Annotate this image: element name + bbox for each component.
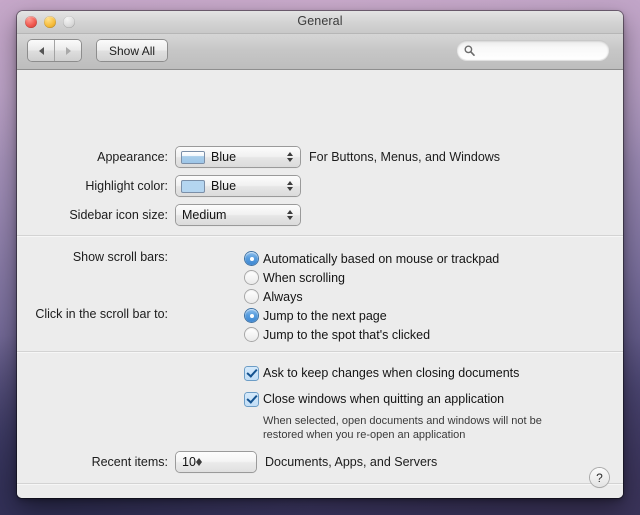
chevron-right-icon xyxy=(66,47,71,55)
click-scroll-bar-label: Click in the scroll bar to: xyxy=(34,307,176,321)
close-windows-checkbox-row[interactable]: Close windows when quitting an applicati… xyxy=(245,392,504,406)
appearance-label: Appearance: xyxy=(34,150,176,164)
radio-unselected-icon xyxy=(245,271,258,284)
stepper-arrows-icon xyxy=(287,181,293,191)
recent-items-stepper[interactable]: 10 xyxy=(176,452,256,472)
stepper-arrows-icon xyxy=(196,458,202,466)
radio-selected-icon xyxy=(245,252,258,265)
radio-label: Jump to the next page xyxy=(263,309,387,323)
recent-items-row: Recent items: 10 Documents, Apps, and Se… xyxy=(34,452,437,472)
highlight-color-value: Blue xyxy=(211,179,236,193)
appearance-row: Appearance: Blue For Buttons, Menus, and… xyxy=(34,147,500,167)
radio-option-spot-clicked[interactable]: Jump to the spot that's clicked xyxy=(245,325,430,344)
radio-unselected-icon xyxy=(245,328,258,341)
stepper-arrows-icon xyxy=(287,152,293,162)
show-scroll-bars-radio-group: Automatically based on mouse or trackpad… xyxy=(245,249,499,306)
radio-label: When scrolling xyxy=(263,271,345,285)
stepper-arrows-icon xyxy=(287,210,293,220)
help-button[interactable]: ? xyxy=(590,468,609,487)
radio-option-next-page[interactable]: Jump to the next page xyxy=(245,306,430,325)
show-all-label: Show All xyxy=(109,44,155,58)
radio-option-when-scrolling[interactable]: When scrolling xyxy=(245,268,499,287)
checkbox-checked-icon xyxy=(245,393,258,406)
close-windows-note: When selected, open documents and window… xyxy=(263,414,563,442)
highlight-color-row: Highlight color: Blue xyxy=(34,176,300,196)
blue-gradient-swatch-icon xyxy=(182,152,204,163)
window-title: General xyxy=(17,14,623,28)
show-scroll-bars-label-row: Show scroll bars: xyxy=(34,250,176,264)
appearance-value: Blue xyxy=(211,150,236,164)
chevron-left-icon xyxy=(39,47,44,55)
search-input[interactable] xyxy=(475,44,623,56)
radio-unselected-icon xyxy=(245,290,258,303)
ask-keep-changes-label: Ask to keep changes when closing documen… xyxy=(263,366,519,380)
search-icon xyxy=(464,45,475,56)
sidebar-icon-size-select[interactable]: Medium xyxy=(176,205,300,225)
show-scroll-bars-label: Show scroll bars: xyxy=(34,250,176,264)
appearance-hint: For Buttons, Menus, and Windows xyxy=(309,150,500,164)
window-titlebar[interactable]: General xyxy=(17,11,623,34)
sidebar-icon-size-label: Sidebar icon size: xyxy=(34,208,176,222)
click-scroll-bar-label-row: Click in the scroll bar to: xyxy=(34,307,176,321)
back-button[interactable] xyxy=(28,40,54,61)
radio-option-automatic[interactable]: Automatically based on mouse or trackpad xyxy=(245,249,499,268)
recent-items-label: Recent items: xyxy=(34,455,176,469)
divider-1 xyxy=(17,235,623,236)
radio-label: Always xyxy=(263,290,303,304)
search-field[interactable] xyxy=(457,40,609,60)
highlight-color-select[interactable]: Blue xyxy=(176,176,300,196)
sidebar-icon-size-row: Sidebar icon size: Medium xyxy=(34,205,300,225)
recent-items-hint: Documents, Apps, and Servers xyxy=(265,455,437,469)
system-preferences-window: General Show All Appeara xyxy=(17,11,623,498)
forward-button[interactable] xyxy=(54,40,81,61)
highlight-color-label: Highlight color: xyxy=(34,179,176,193)
radio-label: Jump to the spot that's clicked xyxy=(263,328,430,342)
radio-label: Automatically based on mouse or trackpad xyxy=(263,252,499,266)
divider-2 xyxy=(17,351,623,352)
click-scroll-bar-radio-group: Jump to the next page Jump to the spot t… xyxy=(245,306,430,344)
radio-option-always[interactable]: Always xyxy=(245,287,499,306)
help-button-label: ? xyxy=(596,471,603,485)
blue-solid-swatch-icon xyxy=(182,181,204,192)
show-all-button[interactable]: Show All xyxy=(97,40,167,61)
navigation-button-group xyxy=(28,40,81,61)
sidebar-icon-size-value: Medium xyxy=(182,208,226,222)
window-toolbar: Show All xyxy=(17,34,623,70)
close-windows-label: Close windows when quitting an applicati… xyxy=(263,392,504,406)
radio-selected-icon xyxy=(245,309,258,322)
divider-3 xyxy=(17,483,623,484)
checkbox-checked-icon xyxy=(245,367,258,380)
ask-keep-changes-checkbox-row[interactable]: Ask to keep changes when closing documen… xyxy=(245,366,519,380)
preferences-content: Appearance: Blue For Buttons, Menus, and… xyxy=(17,70,623,498)
appearance-select[interactable]: Blue xyxy=(176,147,300,167)
recent-items-value: 10 xyxy=(182,455,196,469)
